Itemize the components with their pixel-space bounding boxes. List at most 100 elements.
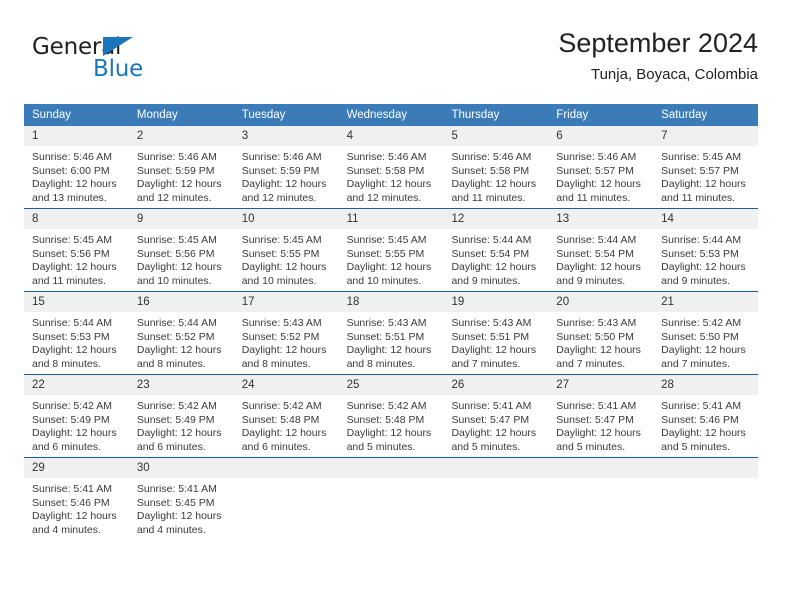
daylight-text-line1: Daylight: 12 hours — [241, 344, 327, 357]
sunrise-text: Sunrise: 5:41 AM — [32, 483, 112, 495]
calendar-day-cell[interactable]: 25 Sunrise: 5:42 AM Sunset: 5:48 PM Dayligh… — [338, 375, 444, 457]
calendar-day-cell[interactable]: 18 Sunrise: 5:43 AM Sunset: 5:51 PM Dayligh… — [338, 292, 444, 374]
calendar-week-row: 1 Sunrise: 5:46 AM Sunset: 6:00 PM Daylight… — [24, 126, 759, 208]
calendar-day-cell[interactable]: 14 Sunrise: 5:44 AM Sunset: 5:53 PM Dayligh… — [653, 209, 759, 291]
title-block: September 2024 Tunja, Boyaca, Colombia — [558, 26, 758, 86]
logo-text-blue: Blue — [93, 56, 144, 82]
day-details: Sunrise: 5:44 AM Sunset: 5:53 PM Daylight:… — [653, 229, 759, 291]
daylight-text-line1: Daylight: 12 hours — [241, 427, 327, 440]
daylight-text-line2: and 10 minutes. — [346, 274, 422, 287]
calendar-day-cell[interactable]: 16 Sunrise: 5:44 AM Sunset: 5:52 PM Dayligh… — [128, 292, 234, 374]
day-number: 25 — [338, 375, 444, 395]
calendar-day-cell[interactable]: 27 Sunrise: 5:41 AM Sunset: 5:47 PM Dayligh… — [548, 375, 654, 457]
day-number: 29 — [24, 458, 129, 478]
calendar-day-cell[interactable]: 23 Sunrise: 5:42 AM Sunset: 5:49 PM Dayligh… — [128, 375, 234, 457]
calendar-day-cell[interactable]: 13 Sunrise: 5:44 AM Sunset: 5:54 PM Dayligh… — [548, 209, 654, 291]
sunrise-text: Sunrise: 5:42 AM — [32, 400, 112, 412]
calendar-day-cell[interactable]: 12 Sunrise: 5:44 AM Sunset: 5:54 PM Dayligh… — [443, 209, 549, 291]
day-number: 3 — [233, 126, 339, 146]
calendar-day-cell[interactable]: 8 Sunrise: 5:45 AM Sunset: 5:56 PM Daylight… — [24, 209, 129, 291]
sunset-text: Sunset: 5:49 PM — [32, 413, 110, 426]
calendar-day-cell[interactable]: 26 Sunrise: 5:41 AM Sunset: 5:47 PM Dayligh… — [443, 375, 549, 457]
calendar-day-cell[interactable]: 29 Sunrise: 5:41 AM Sunset: 5:46 PM Dayligh… — [24, 458, 129, 540]
calendar-day-cell[interactable]: 5 Sunrise: 5:46 AM Sunset: 5:58 PM Daylight… — [443, 126, 549, 208]
day-number: 4 — [338, 126, 444, 146]
weekday-header-sunday: Sunday — [32, 109, 72, 121]
calendar-day-cell[interactable]: 17 Sunrise: 5:43 AM Sunset: 5:52 PM Dayligh… — [233, 292, 339, 374]
sunset-text: Sunset: 5:55 PM — [241, 247, 320, 260]
sunrise-text: Sunrise: 5:46 AM — [451, 151, 532, 163]
calendar-day-cell[interactable]: 30 Sunrise: 5:41 AM Sunset: 5:45 PM Dayligh… — [128, 458, 234, 540]
day-details: Sunrise: 5:42 AM Sunset: 5:50 PM Daylight:… — [653, 312, 759, 374]
daylight-text-line2: and 11 minutes. — [32, 274, 106, 287]
sunset-text: Sunset: 5:56 PM — [136, 247, 215, 260]
day-number: 10 — [233, 209, 339, 229]
calendar-day-cell[interactable]: 15 Sunrise: 5:44 AM Sunset: 5:53 PM Dayligh… — [24, 292, 129, 374]
weekday-header-thursday: Thursday — [451, 109, 500, 121]
daylight-text-line2: and 11 minutes. — [556, 191, 631, 204]
day-details — [338, 478, 444, 540]
calendar-page: General Blue September 2024 Tunja, Boyac… — [0, 0, 792, 612]
sunset-text: Sunset: 5:47 PM — [451, 413, 530, 426]
calendar-day-cell[interactable]: 9 Sunrise: 5:45 AM Sunset: 5:56 PM Daylight… — [128, 209, 234, 291]
sunrise-text: Sunrise: 5:41 AM — [451, 400, 532, 412]
calendar-weeks: 1 Sunrise: 5:46 AM Sunset: 6:00 PM Daylight… — [24, 126, 759, 540]
daylight-text-line2: and 6 minutes. — [136, 440, 206, 453]
calendar-day-cell-empty — [548, 458, 654, 540]
day-number: 19 — [443, 292, 549, 312]
daylight-text-line2: and 7 minutes. — [451, 357, 521, 370]
day-number: 7 — [653, 126, 759, 146]
calendar-day-cell[interactable]: 2 Sunrise: 5:46 AM Sunset: 5:59 PM Daylight… — [128, 126, 234, 208]
sunset-text: Sunset: 5:57 PM — [661, 164, 739, 177]
calendar-day-cell[interactable]: 6 Sunrise: 5:46 AM Sunset: 5:57 PM Daylight… — [548, 126, 654, 208]
sunrise-text: Sunrise: 5:46 AM — [136, 151, 217, 163]
daylight-text-line1: Daylight: 12 hours — [661, 261, 746, 274]
calendar-day-cell[interactable]: 1 Sunrise: 5:46 AM Sunset: 6:00 PM Daylight… — [24, 126, 129, 208]
day-details — [548, 478, 654, 540]
day-number: 12 — [443, 209, 549, 229]
daylight-text-line1: Daylight: 12 hours — [136, 261, 222, 274]
sunrise-text: Sunrise: 5:44 AM — [661, 234, 742, 246]
day-details: Sunrise: 5:42 AM Sunset: 5:48 PM Daylight:… — [338, 395, 444, 457]
general-blue-logo[interactable]: General Blue — [32, 34, 232, 90]
weekday-header-monday: Monday — [136, 109, 178, 121]
calendar-day-cell[interactable]: 11 Sunrise: 5:45 AM Sunset: 5:55 PM Dayligh… — [338, 209, 444, 291]
day-number: 20 — [548, 292, 654, 312]
daylight-text-line2: and 9 minutes. — [661, 274, 731, 287]
weekday-header-tuesday: Tuesday — [241, 109, 286, 121]
calendar-day-cell[interactable]: 22 Sunrise: 5:42 AM Sunset: 5:49 PM Dayligh… — [24, 375, 129, 457]
day-number: 2 — [128, 126, 234, 146]
daylight-text-line1: Daylight: 12 hours — [136, 344, 222, 357]
daylight-text-line1: Daylight: 12 hours — [346, 178, 432, 191]
calendar-day-cell[interactable]: 28 Sunrise: 5:41 AM Sunset: 5:46 PM Dayligh… — [653, 375, 759, 457]
daylight-text-line2: and 8 minutes. — [136, 357, 206, 370]
daylight-text-line2: and 10 minutes. — [136, 274, 212, 287]
day-number: 14 — [653, 209, 759, 229]
calendar-day-cell[interactable]: 3 Sunrise: 5:46 AM Sunset: 5:59 PM Daylight… — [233, 126, 339, 208]
daylight-text-line1: Daylight: 12 hours — [451, 261, 537, 274]
day-number: 15 — [24, 292, 129, 312]
calendar-day-cell[interactable]: 21 Sunrise: 5:42 AM Sunset: 5:50 PM Dayligh… — [653, 292, 759, 374]
calendar-day-cell[interactable]: 4 Sunrise: 5:46 AM Sunset: 5:58 PM Daylight… — [338, 126, 444, 208]
calendar-day-cell[interactable]: 10 Sunrise: 5:45 AM Sunset: 5:55 PM Dayligh… — [233, 209, 339, 291]
calendar-day-cell[interactable]: 20 Sunrise: 5:43 AM Sunset: 5:50 PM Dayligh… — [548, 292, 654, 374]
calendar-week-row: 22 Sunrise: 5:42 AM Sunset: 5:49 PM Dayligh… — [24, 374, 759, 457]
day-number: 23 — [128, 375, 234, 395]
day-details: Sunrise: 5:43 AM Sunset: 5:50 PM Daylight:… — [548, 312, 654, 374]
daylight-text-line2: and 7 minutes. — [556, 357, 626, 370]
sunrise-text: Sunrise: 5:41 AM — [136, 483, 217, 495]
daylight-text-line2: and 4 minutes. — [136, 523, 206, 536]
day-number: 9 — [128, 209, 234, 229]
calendar-day-cell[interactable]: 24 Sunrise: 5:42 AM Sunset: 5:48 PM Dayligh… — [233, 375, 339, 457]
day-number: 30 — [128, 458, 234, 478]
daylight-text-line2: and 5 minutes. — [661, 440, 731, 453]
daylight-text-line1: Daylight: 12 hours — [136, 427, 222, 440]
day-number: 24 — [233, 375, 339, 395]
daylight-text-line2: and 11 minutes. — [661, 191, 736, 204]
calendar-day-cell[interactable]: 19 Sunrise: 5:43 AM Sunset: 5:51 PM Dayligh… — [443, 292, 549, 374]
calendar-day-cell[interactable]: 7 Sunrise: 5:45 AM Sunset: 5:57 PM Daylight… — [653, 126, 759, 208]
weekday-header-friday: Friday — [556, 109, 589, 121]
day-number — [443, 458, 549, 478]
calendar-week-row: 8 Sunrise: 5:45 AM Sunset: 5:56 PM Daylight… — [24, 208, 759, 291]
day-details: Sunrise: 5:46 AM Sunset: 5:58 PM Daylight:… — [338, 146, 444, 208]
